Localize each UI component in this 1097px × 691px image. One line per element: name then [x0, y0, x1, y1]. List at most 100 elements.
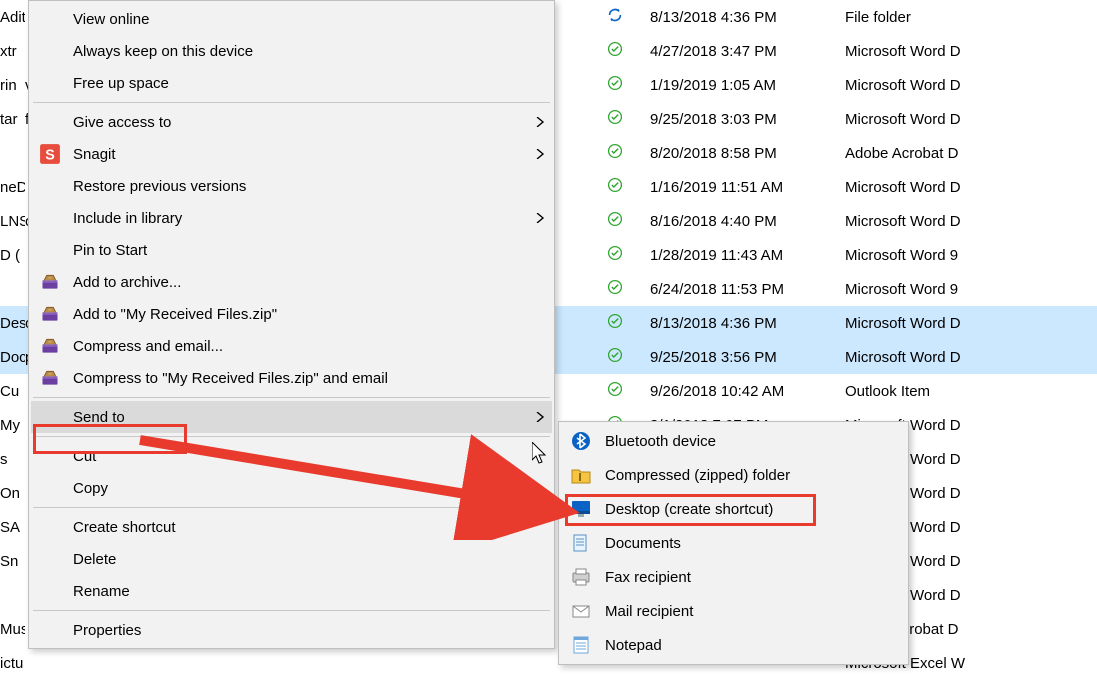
file-type: Microsoft Word D: [845, 111, 1097, 128]
menu-cut[interactable]: Cut: [31, 440, 552, 472]
file-date: 4/27/2018 3:47 PM: [650, 43, 845, 60]
file-date: 9/25/2018 3:56 PM: [650, 349, 845, 366]
menu-label: Add to archive...: [73, 274, 552, 291]
winrar-icon: [39, 335, 61, 357]
menu-rename[interactable]: Rename: [31, 575, 552, 607]
menu-copy[interactable]: Copy: [31, 472, 552, 504]
menu-restore-prev[interactable]: Restore previous versions: [31, 170, 552, 202]
menu-label: Create shortcut: [73, 519, 552, 536]
file-date: 9/26/2018 10:42 AM: [650, 383, 845, 400]
chevron-right-icon: [528, 210, 552, 227]
file-type: Microsoft Word D: [845, 43, 1097, 60]
row-prefix: Adit: [0, 9, 25, 26]
menu-create-shortcut[interactable]: Create shortcut: [31, 511, 552, 543]
menu-pin-start[interactable]: Pin to Start: [31, 234, 552, 266]
menu-properties[interactable]: Properties: [31, 614, 552, 646]
file-type: Microsoft Word D: [845, 213, 1097, 230]
chevron-right-icon: [528, 146, 552, 163]
winrar-icon: [39, 367, 61, 389]
file-date: 8/20/2018 8:58 PM: [650, 145, 845, 162]
fax-icon: [571, 567, 591, 587]
file-date: 8/13/2018 4:36 PM: [650, 315, 845, 332]
menu-label: Properties: [73, 622, 552, 639]
row-prefix: neD: [0, 179, 25, 196]
menu-label: Free up space: [73, 75, 552, 92]
file-date: 1/19/2019 1:05 AM: [650, 77, 845, 94]
snagit-icon: S: [39, 143, 61, 165]
context-menu: View online Always keep on this device F…: [28, 0, 555, 649]
menu-label: Add to "My Received Files.zip": [73, 306, 552, 323]
menu-separator: [33, 507, 550, 508]
menu-view-online[interactable]: View online: [31, 3, 552, 35]
sendto-label: Documents: [605, 535, 906, 552]
row-prefix: Mus: [0, 621, 25, 638]
menu-label: Give access to: [73, 114, 528, 131]
menu-snagit[interactable]: S Snagit: [31, 138, 552, 170]
menu-include-library[interactable]: Include in library: [31, 202, 552, 234]
sendto-label: Fax recipient: [605, 569, 906, 586]
menu-add-archive[interactable]: Add to archive...: [31, 266, 552, 298]
menu-delete[interactable]: Delete: [31, 543, 552, 575]
row-prefix: Sn: [0, 553, 25, 570]
sendto-fax[interactable]: Fax recipient: [561, 560, 906, 594]
menu-compress-myfiles[interactable]: Compress to "My Received Files.zip" and …: [31, 362, 552, 394]
menu-label: Send to: [73, 409, 528, 426]
check-icon: [580, 313, 650, 333]
row-prefix: LNS: [0, 213, 25, 230]
bluetooth-icon: [571, 431, 591, 451]
menu-label: View online: [73, 11, 552, 28]
row-prefix: Cu: [0, 383, 25, 400]
check-icon: [580, 211, 650, 231]
file-type: Microsoft Word 9: [845, 247, 1097, 264]
sendto-desktop[interactable]: Desktop (create shortcut): [561, 492, 906, 526]
file-row[interactable]: ictuMicrosoft Excel W: [0, 646, 1097, 680]
menu-label: Delete: [73, 551, 552, 568]
sendto-label: Mail recipient: [605, 603, 906, 620]
menu-always-keep[interactable]: Always keep on this device: [31, 35, 552, 67]
file-type: Outlook Item: [845, 383, 1097, 400]
menu-label: Always keep on this device: [73, 43, 552, 60]
file-type: Microsoft Word D: [845, 179, 1097, 196]
check-icon: [580, 245, 650, 265]
row-prefix: ictu: [0, 655, 25, 672]
row-prefix: On: [0, 485, 25, 502]
mail-icon: [571, 601, 591, 621]
menu-add-myfiles[interactable]: Add to "My Received Files.zip": [31, 298, 552, 330]
check-icon: [580, 279, 650, 299]
file-date: 8/16/2018 4:40 PM: [650, 213, 845, 230]
check-icon: [580, 109, 650, 129]
check-icon: [580, 177, 650, 197]
documents-icon: [571, 533, 591, 553]
sync-icon: [580, 6, 650, 28]
file-type: File folder: [845, 9, 1097, 26]
menu-give-access[interactable]: Give access to: [31, 106, 552, 138]
sendto-zipfolder[interactable]: Compressed (zipped) folder: [561, 458, 906, 492]
sendto-label: Desktop (create shortcut): [605, 501, 906, 518]
chevron-right-icon: [528, 409, 552, 426]
menu-separator: [33, 102, 550, 103]
file-type: Microsoft Word 9: [845, 281, 1097, 298]
sendto-documents[interactable]: Documents: [561, 526, 906, 560]
check-icon: [580, 381, 650, 401]
file-date: 8/13/2018 4:36 PM: [650, 9, 845, 26]
sendto-bluetooth[interactable]: Bluetooth device: [561, 424, 906, 458]
sendto-notepad[interactable]: Notepad: [561, 628, 906, 662]
row-prefix: tar: [0, 111, 25, 128]
row-prefix: Des: [0, 315, 25, 332]
file-type: Adobe Acrobat D: [845, 145, 1097, 162]
row-prefix: Doc: [0, 349, 25, 366]
menu-send-to[interactable]: Send to: [31, 401, 552, 433]
row-prefix: D (: [0, 247, 25, 264]
menu-compress-email[interactable]: Compress and email...: [31, 330, 552, 362]
file-date: 6/24/2018 11:53 PM: [650, 281, 845, 298]
menu-separator: [33, 436, 550, 437]
sendto-mail[interactable]: Mail recipient: [561, 594, 906, 628]
file-date: 1/16/2019 11:51 AM: [650, 179, 845, 196]
menu-label: Compress and email...: [73, 338, 552, 355]
menu-free-up[interactable]: Free up space: [31, 67, 552, 99]
sendto-label: Bluetooth device: [605, 433, 906, 450]
menu-label: Pin to Start: [73, 242, 552, 259]
menu-label: Compress to "My Received Files.zip" and …: [73, 370, 552, 387]
notepad-icon: [571, 635, 591, 655]
row-prefix: rin: [0, 77, 25, 94]
